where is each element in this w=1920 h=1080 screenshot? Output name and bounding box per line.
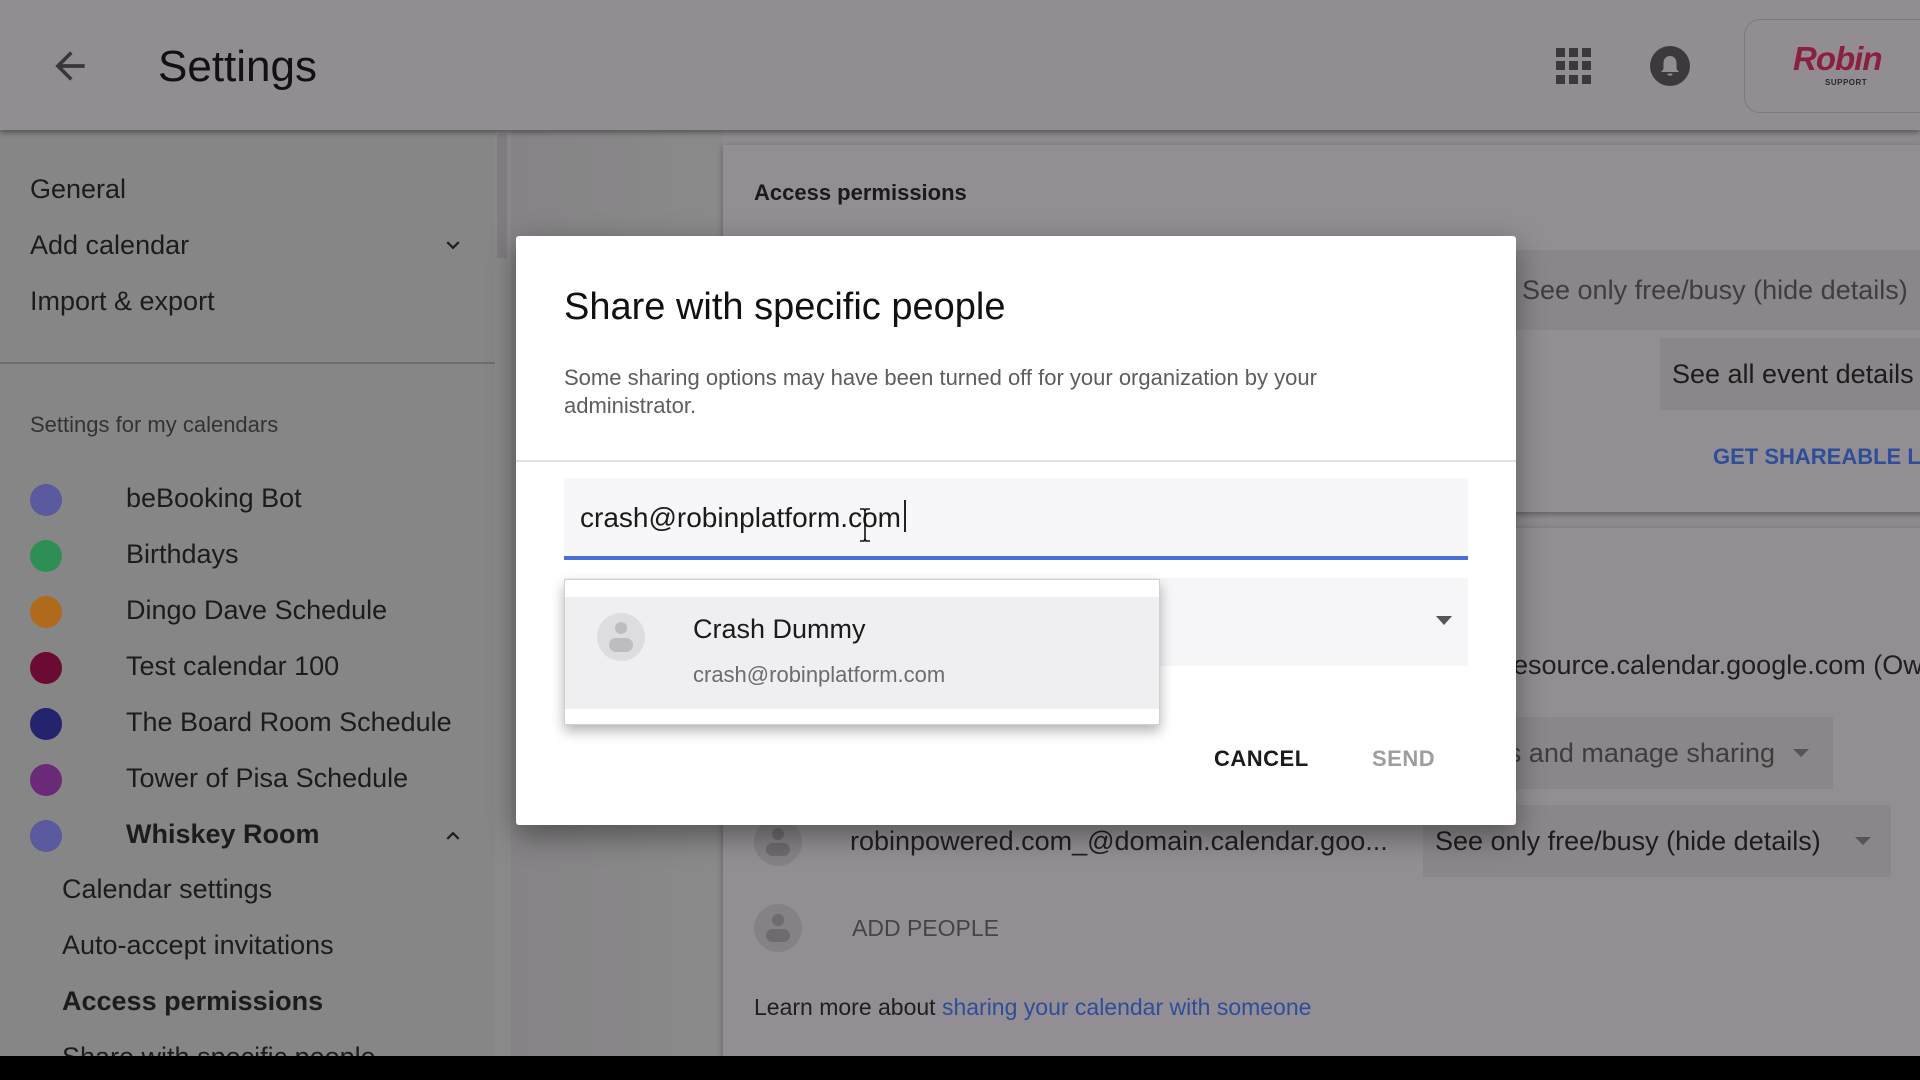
email-field[interactable] — [564, 478, 1468, 560]
sidebar-scrollbar[interactable] — [495, 130, 511, 1056]
chevron-down-icon[interactable] — [440, 232, 466, 258]
contact-avatar — [597, 613, 645, 661]
learn-more-prefix: Learn more about — [754, 994, 942, 1020]
calendar-label: The Board Room Schedule — [126, 707, 452, 737]
dropdown-arrow-icon — [1436, 616, 1452, 625]
calendar-settings-app: Settings Robin SUPPORT General Add calen… — [0, 0, 1920, 1056]
apps-grid-icon[interactable] — [1556, 48, 1592, 84]
learn-more-text: Learn more about sharing your calendar w… — [754, 994, 1311, 1021]
public-permission-value: See only free/busy (hide details) — [1522, 275, 1908, 305]
sidebar-divider — [0, 362, 495, 364]
text-cursor-icon — [860, 508, 870, 542]
send-button[interactable]: SEND — [1372, 746, 1435, 772]
org-permission-select[interactable]: See all event details — [1660, 338, 1920, 410]
sidebar-item-general[interactable]: General — [30, 174, 126, 205]
robin-logo-subtitle: SUPPORT — [1825, 78, 1868, 87]
access-permissions-title: Access permissions — [754, 180, 967, 205]
chevron-up-icon[interactable] — [440, 823, 466, 849]
arrow-left-icon[interactable] — [48, 44, 92, 88]
calendar-item[interactable]: The Board Room Schedule — [0, 699, 495, 749]
calendar-label: Test calendar 100 — [126, 651, 340, 681]
dialog-divider — [516, 460, 1516, 462]
calendar-color-dot — [30, 820, 62, 852]
robin-support-badge[interactable]: Robin SUPPORT — [1744, 19, 1920, 113]
calendar-item[interactable]: beBooking Bot — [0, 475, 495, 525]
calendar-item-selected[interactable]: Whiskey Room — [0, 811, 495, 861]
learn-more-link[interactable]: sharing your calendar with someone — [942, 994, 1311, 1020]
owner-row-text: esource.calendar.google.com (Owner) — [1513, 650, 1920, 680]
sidebar-item-import-export[interactable]: Import & export — [30, 286, 215, 317]
cancel-button[interactable]: CANCEL — [1214, 746, 1309, 772]
dropdown-arrow-icon — [1855, 837, 1871, 845]
calendar-item[interactable]: Dingo Dave Schedule — [0, 587, 495, 637]
sidebar-item-add-calendar[interactable]: Add calendar — [30, 230, 189, 261]
bell-icon[interactable] — [1650, 46, 1690, 86]
suggestion-email: crash@robinplatform.com — [693, 662, 946, 687]
screen-bottom-bar — [0, 1056, 1920, 1080]
dialog-title: Share with specific people — [564, 286, 1006, 328]
share-dialog: Share with specific people Some sharing … — [516, 236, 1516, 825]
calendar-label: Whiskey Room — [126, 819, 320, 849]
autocomplete-dropdown: Crash Dummy crash@robinplatform.com — [564, 579, 1160, 725]
user-avatar — [754, 818, 802, 866]
shared-user-name: robinpowered.com_@domain.calendar.goo... — [850, 826, 1388, 856]
calendar-color-dot — [30, 708, 62, 740]
public-permission-select[interactable]: See only free/busy (hide details) — [1510, 250, 1920, 330]
sidebar-subitem-access-permissions[interactable]: Access permissions — [62, 986, 323, 1017]
text-caret — [904, 500, 906, 532]
page-title: Settings — [158, 42, 317, 91]
sidebar-subitem-calendar-settings[interactable]: Calendar settings — [62, 874, 272, 905]
sidebar-section-label: Settings for my calendars — [30, 412, 279, 437]
calendar-color-dot — [30, 540, 62, 572]
sidebar-scrollbar-thumb[interactable] — [497, 134, 507, 258]
calendar-color-dot — [30, 596, 62, 628]
suggestion-name: Crash Dummy — [693, 614, 866, 644]
dropdown-arrow-icon — [1793, 749, 1809, 757]
calendar-label: beBooking Bot — [126, 483, 302, 513]
settings-sidebar: General Add calendar Import & export Set… — [0, 130, 495, 1056]
calendar-label: Birthdays — [126, 539, 239, 569]
calendar-label: Tower of Pisa Schedule — [126, 763, 409, 793]
get-shareable-link-button[interactable]: GET SHAREABLE LINK — [1713, 444, 1920, 470]
org-permission-value: See all event details — [1672, 359, 1914, 389]
permission-value: See only free/busy (hide details) — [1435, 826, 1821, 856]
calendar-color-dot — [30, 652, 62, 684]
calendar-label: Dingo Dave Schedule — [126, 595, 388, 625]
add-people-button[interactable]: ADD PEOPLE — [852, 915, 999, 942]
email-input[interactable] — [580, 502, 1440, 534]
calendar-color-dot — [30, 764, 62, 796]
calendar-item[interactable]: Birthdays — [0, 531, 495, 581]
sidebar-subitem-auto-accept[interactable]: Auto-accept invitations — [62, 930, 334, 961]
calendar-item[interactable]: Tower of Pisa Schedule — [0, 755, 495, 805]
calendar-item[interactable]: Test calendar 100 — [0, 643, 495, 693]
dialog-description: Some sharing options may have been turne… — [564, 365, 1317, 418]
calendar-color-dot — [30, 484, 62, 516]
top-app-bar: Settings Robin SUPPORT — [0, 0, 1920, 130]
autocomplete-suggestion[interactable]: Crash Dummy crash@robinplatform.com — [565, 597, 1159, 709]
sidebar-subitem-share-specific-people[interactable]: Share with specific people — [62, 1042, 376, 1056]
robin-logo: Robin — [1793, 40, 1882, 77]
add-people-avatar — [754, 904, 802, 952]
